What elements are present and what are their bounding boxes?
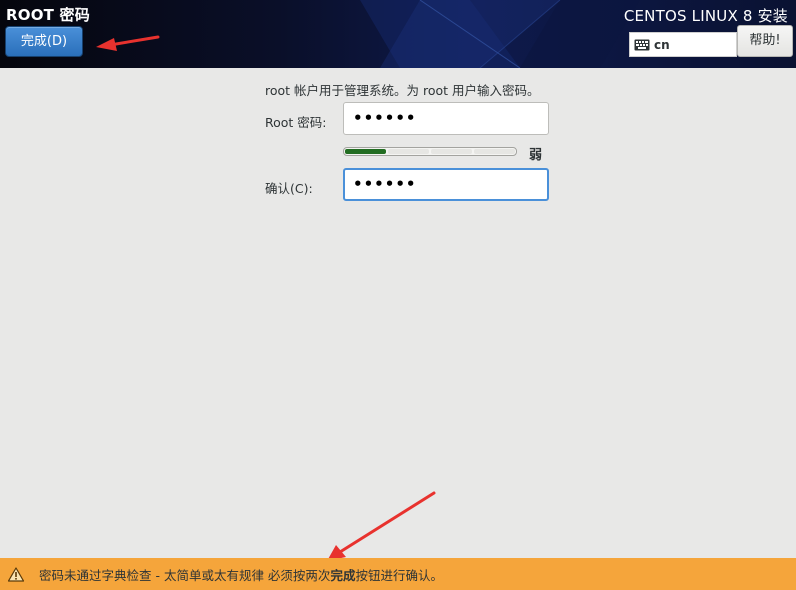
done-button[interactable]: 完成(D) xyxy=(5,26,83,57)
info-text: root 帐户用于管理系统。为 root 用户输入密码。 xyxy=(265,83,540,98)
warning-message: 密码未通过字典检查 - 太简单或太有规律 必须按两次完成按钮进行确认。 xyxy=(39,565,443,584)
keyboard-layout-indicator[interactable]: cn xyxy=(629,32,737,57)
keyboard-layout-label: cn xyxy=(654,37,670,52)
root-password-label: Root 密码: xyxy=(265,115,327,130)
help-button[interactable]: 帮助! xyxy=(737,25,793,57)
warning-bar[interactable]: 密码未通过字典检查 - 太简单或太有规律 必须按两次完成按钮进行确认。 xyxy=(0,558,796,590)
product-title: CENTOS LINUX 8 安装 xyxy=(623,7,788,25)
warning-triangle-icon xyxy=(8,566,24,582)
confirm-password-label: 确认(C): xyxy=(265,181,313,196)
strength-segment xyxy=(474,149,515,154)
warning-text-before: 密码未通过字典检查 - 太简单或太有规律 必须按两次 xyxy=(39,567,331,583)
header-bar: ROOT 密码 完成(D) CENTOS LINUX 8 安装 cn 帮助! xyxy=(0,0,796,68)
annotation-arrow-warning xyxy=(327,491,436,561)
warning-text-bold: 完成 xyxy=(330,567,356,583)
confirm-password-field[interactable]: •••••• xyxy=(343,168,549,201)
strength-segment xyxy=(388,149,429,154)
strength-segment xyxy=(345,149,386,154)
page-title: ROOT 密码 xyxy=(6,6,90,24)
strength-segment xyxy=(431,149,472,154)
password-strength-label: 弱 xyxy=(529,148,543,163)
keyboard-icon xyxy=(634,39,650,50)
password-strength-bar xyxy=(343,147,517,156)
root-password-field[interactable]: •••••• xyxy=(343,102,549,135)
warning-text-after: 按钮进行确认。 xyxy=(355,567,443,583)
